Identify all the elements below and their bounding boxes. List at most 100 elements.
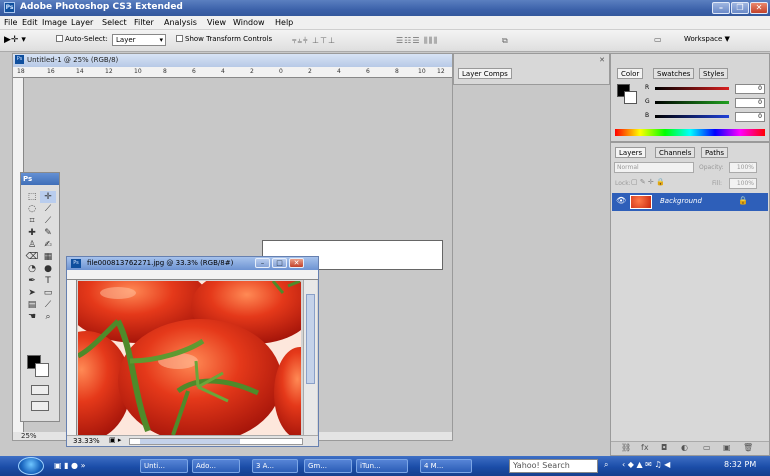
healing-brush-icon[interactable]: ✚ xyxy=(24,227,40,239)
minimize-button[interactable]: – xyxy=(712,2,730,14)
align-icons[interactable]: ⫧⫨⫩ ⊥⊤⊥ xyxy=(292,36,336,46)
notes-tool-icon[interactable]: ▤ xyxy=(24,299,40,311)
workspace-icon[interactable]: ▭ xyxy=(654,35,662,44)
magic-wand-icon[interactable]: ⟋ xyxy=(40,203,56,215)
image-close-button[interactable]: ✕ xyxy=(289,258,304,268)
eraser-tool-icon[interactable]: ⌫ xyxy=(24,251,40,263)
pen-tool-icon[interactable]: ✒ xyxy=(24,275,40,287)
scroll-thumb[interactable] xyxy=(306,294,315,384)
tab-channels[interactable]: Channels xyxy=(655,147,696,158)
menu-edit[interactable]: Edit xyxy=(22,18,38,27)
tab-paths[interactable]: Paths xyxy=(701,147,729,158)
red-value[interactable]: 0 xyxy=(735,84,765,94)
layer-style-icon[interactable]: fx xyxy=(641,443,649,452)
menu-analysis[interactable]: Analysis xyxy=(164,18,197,27)
move-tool-preset-icon[interactable]: ▶✛ ▾ xyxy=(4,35,26,45)
auto-align-icon[interactable]: ⧉ xyxy=(502,36,509,46)
new-layer-icon[interactable]: ▣ xyxy=(723,443,731,452)
menu-view[interactable]: View xyxy=(207,18,226,27)
fill-field[interactable]: 100% xyxy=(729,178,757,189)
opacity-field[interactable]: 100% xyxy=(729,162,757,173)
auto-select-dropdown[interactable]: Layer ▾ xyxy=(112,34,166,46)
tab-swatches[interactable]: Swatches xyxy=(653,68,695,79)
restore-button[interactable]: ❐ xyxy=(731,2,749,14)
adjustment-layer-icon[interactable]: ◐ xyxy=(681,443,688,452)
green-value[interactable]: 0 xyxy=(735,98,765,108)
distribute-icons[interactable]: ☰☷☰ ⫼⫼⫼ xyxy=(396,36,438,46)
marquee-tool-icon[interactable]: ⬚ xyxy=(24,191,40,203)
menu-select[interactable]: Select xyxy=(102,18,127,27)
search-icon[interactable]: ⌕ xyxy=(604,460,608,470)
background-color-swatch[interactable] xyxy=(624,91,637,104)
panel-close-icon[interactable]: ✕ xyxy=(599,56,605,64)
new-group-icon[interactable]: ▭ xyxy=(703,443,711,452)
trash-icon[interactable]: 🗑 xyxy=(743,443,753,452)
image-horizontal-scrollbar[interactable] xyxy=(129,438,303,445)
green-slider[interactable] xyxy=(655,101,729,104)
horizontal-ruler[interactable]: 18 16 14 12 10 8 6 4 2 0 2 4 6 8 10 12 xyxy=(13,67,452,78)
tab-layer-comps[interactable]: Layer Comps xyxy=(458,68,512,79)
task-untitled[interactable]: Unti... xyxy=(140,459,188,473)
dodge-tool-icon[interactable]: ● xyxy=(40,263,56,275)
yahoo-search-field[interactable]: Yahoo! Search xyxy=(509,459,598,473)
blend-mode-dropdown[interactable]: Normal xyxy=(614,162,694,173)
tools-panel-header[interactable]: Ps xyxy=(21,173,59,185)
image-horizontal-ruler[interactable] xyxy=(67,270,318,280)
layer-mask-icon[interactable]: ◘ xyxy=(661,443,667,452)
red-slider[interactable] xyxy=(655,87,729,90)
close-button[interactable]: ✕ xyxy=(750,2,768,14)
blur-tool-icon[interactable]: ◔ xyxy=(24,263,40,275)
menu-layer[interactable]: Layer xyxy=(71,18,93,27)
menu-window[interactable]: Window xyxy=(233,18,265,27)
crop-tool-icon[interactable]: ⌗ xyxy=(24,215,40,227)
layer-row-background[interactable]: 👁 Background 🔒 xyxy=(612,193,768,211)
hand-tool-icon[interactable]: ☚ xyxy=(24,311,40,323)
history-brush-icon[interactable]: ✍ xyxy=(40,239,56,251)
quick-launch-icons[interactable]: ▣ ▮ ● » xyxy=(54,461,85,470)
path-select-icon[interactable]: ➤ xyxy=(24,287,40,299)
tab-styles[interactable]: Styles xyxy=(699,68,729,79)
image-vertical-ruler[interactable] xyxy=(67,280,77,435)
show-transform-checkbox[interactable]: Show Transform Controls xyxy=(176,35,272,43)
blue-slider[interactable] xyxy=(655,115,729,118)
clock[interactable]: 8:32 PM xyxy=(724,460,756,469)
status-menu-icon[interactable]: ▣ ▸ xyxy=(109,436,121,444)
tray-icons[interactable]: ‹ ◆ ▲ ✉ ♫ ◀ xyxy=(622,460,670,469)
lasso-tool-icon[interactable]: ◌ xyxy=(24,203,40,215)
blue-value[interactable]: 0 xyxy=(735,112,765,122)
task-gmail[interactable]: Gm... xyxy=(304,459,352,473)
brush-tool-icon[interactable]: ✎ xyxy=(40,227,56,239)
menu-help[interactable]: Help xyxy=(275,18,293,27)
image-vertical-scrollbar[interactable] xyxy=(303,280,317,435)
workspace-menu[interactable]: Workspace ▼ xyxy=(684,35,730,43)
tab-color[interactable]: Color xyxy=(617,68,644,79)
image-zoom[interactable]: 33.33% xyxy=(73,437,100,445)
document-tab[interactable]: Ps Untitled-1 @ 25% (RGB/8) xyxy=(13,54,452,67)
gradient-tool-icon[interactable]: ▦ xyxy=(40,251,56,263)
start-button[interactable] xyxy=(18,457,44,475)
image-maximize-button[interactable]: □ xyxy=(272,258,287,268)
image-window-titlebar[interactable]: Ps file000813762271.jpg @ 33.3% (RGB/8#)… xyxy=(67,257,318,270)
auto-select-checkbox[interactable]: Auto-Select: xyxy=(56,35,108,43)
quick-mask-icon[interactable] xyxy=(31,385,49,395)
task-itunes[interactable]: iTun... xyxy=(356,459,408,473)
lock-icons[interactable]: ▢ ✎ ✛ 🔒 xyxy=(631,178,665,186)
zoom-tool-icon[interactable]: ⌕ xyxy=(40,311,56,323)
task-4-m[interactable]: 4 M... xyxy=(420,459,472,473)
type-tool-icon[interactable]: T xyxy=(40,275,56,287)
stamp-tool-icon[interactable]: ♙ xyxy=(24,239,40,251)
menu-filter[interactable]: Filter xyxy=(134,18,154,27)
link-layers-icon[interactable]: ⛓ xyxy=(621,443,631,452)
document-zoom[interactable]: 25% xyxy=(21,432,37,440)
move-tool-icon[interactable]: ✛ xyxy=(40,191,56,203)
menu-file[interactable]: File xyxy=(4,18,17,27)
image-minimize-button[interactable]: – xyxy=(255,258,270,268)
tomato-photo[interactable] xyxy=(78,281,301,435)
background-color-swatch[interactable] xyxy=(35,363,49,377)
task-adobe[interactable]: Ado... xyxy=(192,459,240,473)
color-spectrum-bar[interactable] xyxy=(615,129,765,136)
task-3-apps[interactable]: 3 A... xyxy=(252,459,298,473)
scroll-thumb[interactable] xyxy=(140,439,240,444)
menu-image[interactable]: Image xyxy=(42,18,67,27)
tab-layers[interactable]: Layers xyxy=(615,147,647,158)
